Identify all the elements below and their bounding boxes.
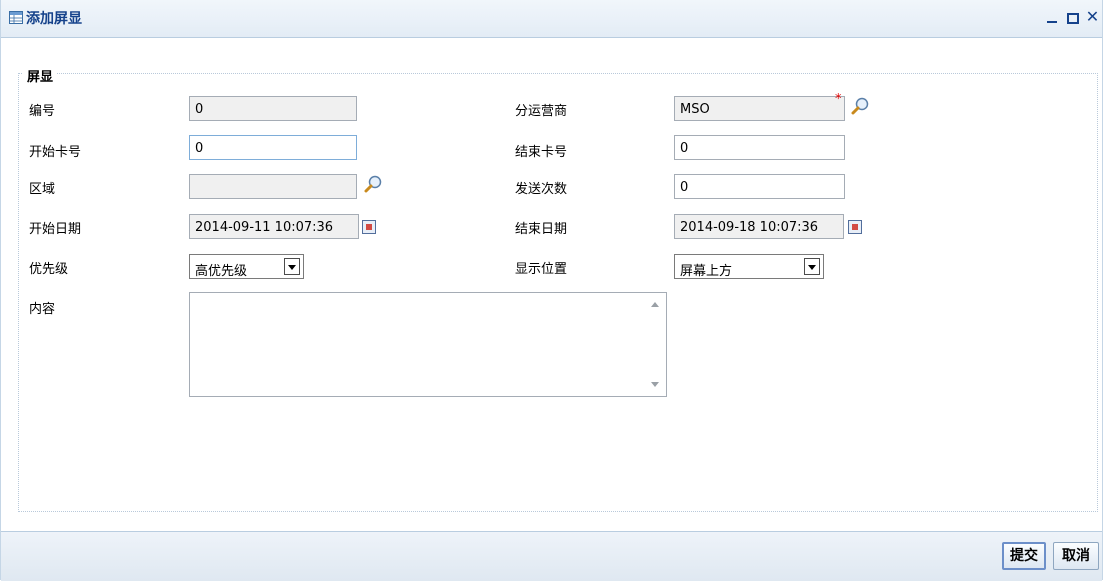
dialog-titlebar[interactable]: 添加屏显 ✕	[1, 0, 1102, 38]
priority-label: 优先级	[29, 262, 69, 277]
scroll-up-icon[interactable]	[651, 302, 659, 307]
table-icon	[9, 11, 23, 24]
region-field[interactable]	[189, 174, 357, 199]
send-count-label: 发送次数	[515, 182, 568, 197]
region-search-icon[interactable]	[363, 174, 383, 194]
window-controls: ✕	[1045, 8, 1100, 28]
cancel-button[interactable]: 取消	[1053, 542, 1099, 570]
end-card-field[interactable]: 0	[674, 135, 845, 160]
add-screen-display-dialog: 添加屏显 ✕ 屏显 编号 0 分运营商 MSO * 开始卡号 0 结束卡号 0 …	[0, 0, 1103, 581]
region-label: 区域	[29, 182, 56, 197]
position-select[interactable]: 屏幕上方	[674, 254, 824, 279]
priority-chevron-down-icon[interactable]	[284, 258, 300, 275]
dialog-title: 添加屏显	[26, 11, 82, 27]
start-card-label: 开始卡号	[29, 145, 82, 160]
end-date-label: 结束日期	[515, 222, 568, 237]
operator-label: 分运营商	[515, 104, 568, 119]
id-field[interactable]: 0	[189, 96, 357, 121]
end-card-label: 结束卡号	[515, 145, 568, 160]
maximize-button[interactable]	[1065, 8, 1080, 26]
position-label: 显示位置	[515, 262, 568, 277]
start-date-field[interactable]: 2014-09-11 10:07:36	[189, 214, 359, 239]
content-textarea[interactable]	[189, 292, 667, 397]
operator-field[interactable]: MSO	[674, 96, 845, 121]
close-button[interactable]: ✕	[1085, 8, 1100, 26]
minimize-button[interactable]	[1045, 8, 1060, 26]
end-date-field[interactable]: 2014-09-18 10:07:36	[674, 214, 844, 239]
start-card-field[interactable]: 0	[189, 135, 357, 160]
dialog-footer: 提交 取消	[1, 531, 1102, 581]
fieldset-legend: 屏显	[23, 66, 58, 85]
position-chevron-down-icon[interactable]	[804, 258, 820, 275]
start-date-label: 开始日期	[29, 222, 82, 237]
submit-button[interactable]: 提交	[1002, 542, 1046, 570]
id-label: 编号	[29, 104, 56, 119]
content-label: 内容	[29, 302, 56, 317]
required-marker: *	[835, 92, 842, 107]
operator-search-icon[interactable]	[850, 96, 870, 116]
send-count-field[interactable]: 0	[674, 174, 845, 199]
start-date-calendar-icon[interactable]	[362, 220, 376, 234]
scroll-down-icon[interactable]	[651, 382, 659, 387]
end-date-calendar-icon[interactable]	[848, 220, 862, 234]
